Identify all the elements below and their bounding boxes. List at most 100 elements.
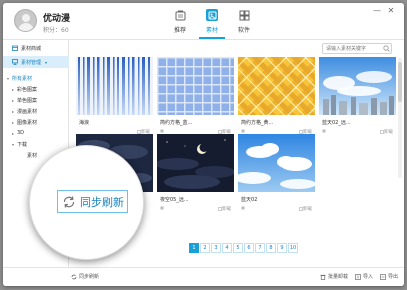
tree-item-mono[interactable]: ▸ 单色图案 — [3, 95, 69, 105]
tree-item-all[interactable]: ▾ 所有素材 — [3, 73, 69, 83]
page-button[interactable]: 3 — [211, 243, 221, 253]
sidebar-item-manage-label: 素材管理 — [21, 59, 42, 66]
tab-recommend-label: 推荐 — [173, 27, 186, 34]
monitor-icon — [12, 59, 18, 65]
export-button[interactable]: 导出 — [380, 273, 398, 280]
batch-uninstall-button[interactable]: 批量卸载 — [320, 273, 348, 280]
file-icon — [241, 129, 245, 133]
uninstall-label: 卸载 — [303, 207, 312, 212]
store-icon — [12, 45, 18, 51]
tree-item-download[interactable]: ▾ 下载 — [3, 139, 69, 149]
tree-item-3d[interactable]: ▸ 3D — [3, 128, 69, 138]
page-button[interactable]: 10 — [288, 243, 298, 253]
tree-item-label: 单色图案 — [17, 97, 38, 104]
avatar-body — [18, 23, 34, 31]
file-icon — [322, 129, 326, 133]
page-button[interactable]: 4 — [222, 243, 232, 253]
tree-item-label: 漫画素材 — [17, 108, 38, 115]
window-controls: — ✕ — [370, 6, 398, 16]
refresh-icon — [71, 274, 77, 279]
material-name: 海浪 — [79, 120, 90, 126]
file-icon — [160, 129, 164, 133]
material-name: 简约方格_蓝... — [160, 120, 193, 126]
material-meta — [241, 129, 247, 133]
material-meta — [160, 206, 166, 210]
batch-uninstall-label: 批量卸载 — [328, 274, 349, 280]
export-icon — [380, 273, 386, 280]
tab-recommend[interactable]: 推荐 — [167, 6, 193, 39]
import-label: 导入 — [363, 274, 374, 280]
sidebar-item-store-label: 素材商城 — [21, 45, 42, 52]
tab-material-label: 素材 — [205, 27, 218, 34]
tree-item-label: 下载 — [17, 141, 28, 148]
material-card[interactable]: 蓝天02_远... 卸载 — [319, 57, 396, 139]
material-card[interactable]: 蓝天02 卸载 — [238, 134, 315, 216]
bottom-bar: 同步刷新 批量卸载 导入 导出 — [3, 267, 404, 286]
material-card[interactable]: 夜空05_远... 卸载 — [157, 134, 234, 216]
material-icon — [206, 9, 218, 21]
close-button[interactable]: ✕ — [384, 6, 398, 16]
sync-refresh-button[interactable]: 同步刷新 — [71, 273, 99, 280]
scrollbar[interactable] — [398, 58, 402, 178]
material-name: 简约方格_黄... — [241, 120, 274, 126]
material-card[interactable]: 简约方格_蓝... 卸载 — [157, 57, 234, 139]
tree-item-label: 3D — [17, 130, 25, 136]
import-icon — [355, 273, 361, 280]
file-icon — [241, 206, 245, 210]
refresh-icon — [63, 195, 75, 208]
material-thumbnail — [238, 57, 315, 115]
tree-item-image[interactable]: ▸ 图像素材 — [3, 117, 69, 127]
scrollbar-thumb[interactable] — [398, 62, 402, 102]
points-label: 积分：60 — [43, 27, 69, 34]
file-icon — [160, 206, 164, 210]
uninstall-button[interactable]: 卸载 — [380, 129, 393, 135]
tree-item-label: 素材 — [27, 152, 38, 159]
avatar[interactable] — [14, 9, 37, 32]
material-thumbnail — [238, 134, 315, 192]
sync-refresh-button-zoomed[interactable]: 同步刷新 — [57, 190, 128, 213]
sync-refresh-zoomed-label: 同步刷新 — [80, 195, 124, 209]
page-button[interactable]: 6 — [244, 243, 254, 253]
search-input[interactable] — [322, 43, 392, 54]
material-name: 夜空05_远... — [160, 197, 189, 203]
material-thumbnail — [76, 57, 153, 115]
sidebar-item-store[interactable]: 素材商城 — [3, 42, 69, 54]
page-button[interactable]: 9 — [277, 243, 287, 253]
page-button[interactable]: 8 — [266, 243, 276, 253]
pagination: 1 2 3 4 5 6 7 8 9 10 — [189, 243, 299, 253]
minimize-button[interactable]: — — [370, 6, 384, 16]
sidebar-item-manage[interactable]: 素材管理 ▾ — [3, 56, 69, 68]
material-name: 蓝天02 — [241, 197, 258, 203]
uninstall-button[interactable]: 卸载 — [218, 206, 231, 212]
material-card[interactable]: 海浪 卸载 — [76, 57, 153, 139]
chevron-down-icon: ▾ — [45, 59, 48, 65]
uninstall-label: 卸载 — [384, 130, 393, 135]
import-button[interactable]: 导入 — [355, 273, 373, 280]
material-name: 蓝天02_远... — [322, 120, 351, 126]
page-button[interactable]: 1 — [189, 243, 199, 253]
tab-software-label: 软件 — [237, 27, 250, 34]
recommend-icon — [174, 9, 186, 21]
software-icon — [238, 9, 250, 21]
uninstall-label: 卸载 — [222, 207, 231, 212]
export-label: 导出 — [388, 274, 399, 280]
tree-item-comic[interactable]: ▸ 漫画素材 — [3, 106, 69, 116]
tree-item-color[interactable]: ▸ 彩色图案 — [3, 84, 69, 94]
page-button[interactable]: 5 — [233, 243, 243, 253]
search-icon[interactable] — [383, 45, 390, 52]
material-thumbnail — [319, 57, 396, 115]
avatar-head — [22, 14, 30, 22]
tree-item-label: 图像素材 — [17, 119, 38, 126]
app-name: 优动漫 — [43, 14, 71, 24]
material-meta — [160, 129, 166, 133]
material-meta — [241, 206, 247, 210]
page-button[interactable]: 7 — [255, 243, 265, 253]
trash-icon — [320, 274, 326, 280]
material-meta — [322, 129, 328, 133]
page-button[interactable]: 2 — [200, 243, 210, 253]
tree-item-label: 彩色图案 — [17, 86, 38, 93]
tab-software[interactable]: 软件 — [231, 6, 257, 39]
tab-material[interactable]: 素材 — [199, 6, 225, 39]
uninstall-button[interactable]: 卸载 — [299, 206, 312, 212]
material-card[interactable]: 简约方格_黄... 卸载 — [238, 57, 315, 139]
